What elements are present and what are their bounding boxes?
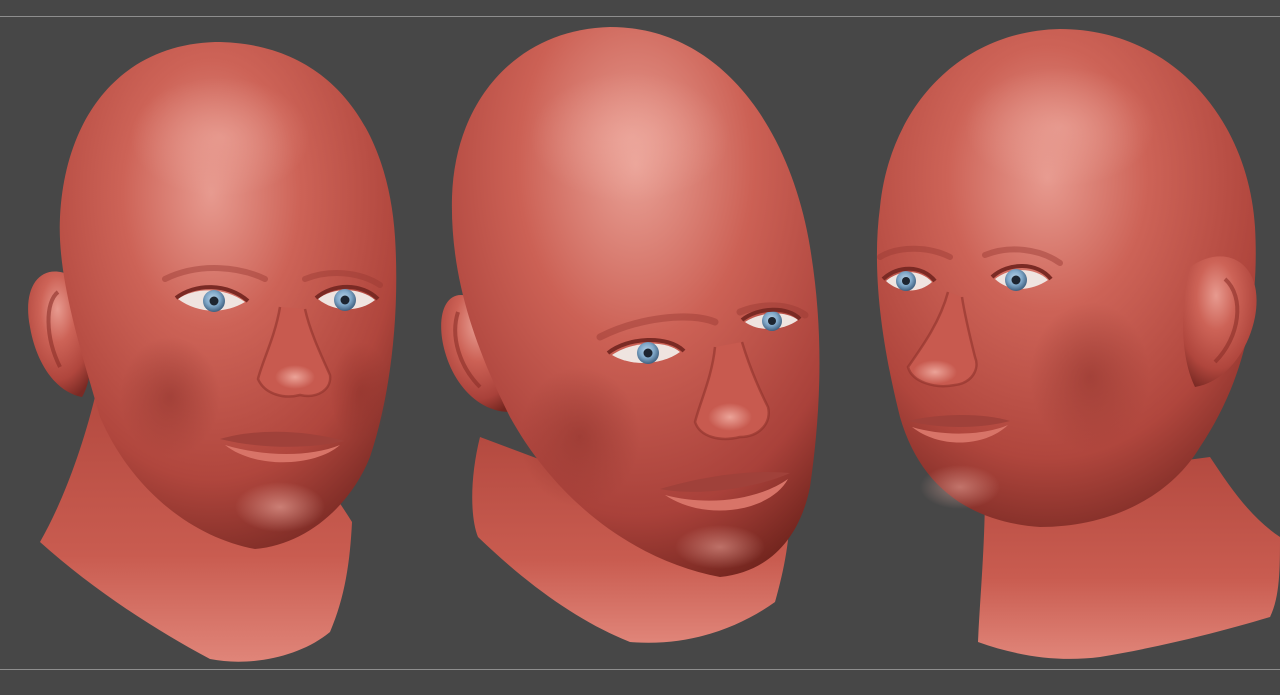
- sculpt-viewport[interactable]: [0, 17, 1280, 669]
- head-model-tilted-view[interactable]: [441, 27, 820, 643]
- head-model-side-view[interactable]: [876, 29, 1280, 659]
- viewport-bottom-guide-line: [0, 669, 1280, 670]
- head-model-front-view[interactable]: [28, 42, 397, 662]
- ear-right: [1183, 256, 1257, 387]
- sculpt-canvas[interactable]: [0, 17, 1280, 669]
